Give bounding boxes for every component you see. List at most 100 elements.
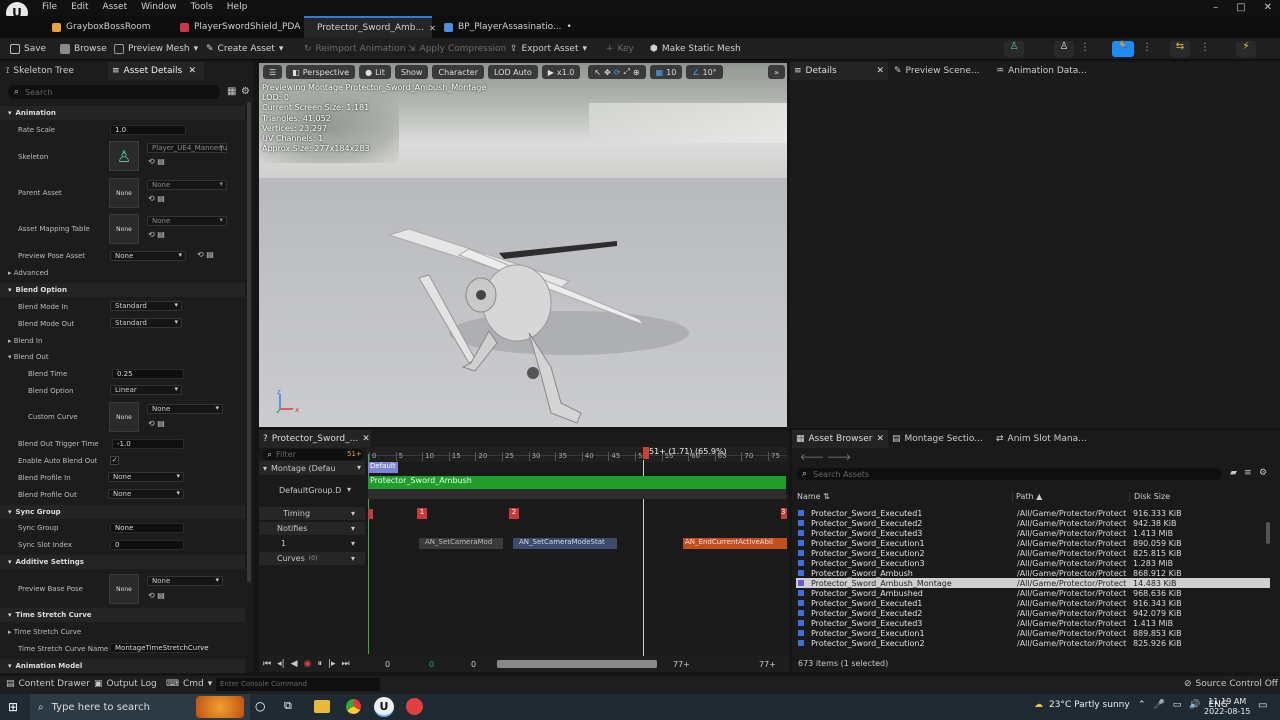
browse-icon[interactable]: ⟲ ▤	[197, 250, 214, 259]
blend-profile-out-dropdown[interactable]: None	[108, 489, 184, 499]
auto-blend-out-checkbox[interactable]: ✓	[110, 456, 119, 465]
unreal-taskbar-icon[interactable]: U	[374, 697, 394, 717]
browse-icon[interactable]: ⟲ ▤	[148, 194, 165, 203]
notify-end-current-active-ability[interactable]: AN_EndCurrentActiveAbil	[683, 538, 787, 549]
playback-speed-button[interactable]: ▶ x1.0	[541, 65, 581, 79]
app-taskbar-icon[interactable]	[406, 698, 423, 715]
clock[interactable]: 11:19 AM 2022-08-15	[1204, 697, 1251, 717]
export-asset-button[interactable]: ⇪ Export Asset ▾	[510, 38, 587, 60]
lit-button[interactable]: ● Lit	[359, 65, 391, 79]
mesh-mode-icon[interactable]: ♙	[1054, 41, 1074, 57]
lod-button[interactable]: LOD Auto	[487, 65, 538, 79]
skip-to-end-icon[interactable]: ⏭	[342, 659, 350, 669]
notify-set-camera-mode-state[interactable]: AN_SetCameraModeStat	[513, 538, 617, 549]
tab-anim-slot-manager[interactable]: ⇄ Anim Slot Mana...	[996, 430, 1087, 448]
sync-slot-index-input[interactable]: 0	[110, 540, 184, 550]
timeline-scrollbar[interactable]	[497, 660, 657, 668]
rate-scale-input[interactable]: 1.0	[110, 125, 186, 135]
notify-set-camera-mode[interactable]: AN_SetCameraMod	[419, 538, 503, 549]
asset-row[interactable]: Protector_Sword_Executed2/All/Game/Prote…	[796, 518, 1270, 528]
blend-mode-in-dropdown[interactable]: Standard	[110, 301, 182, 311]
play-reverse-icon[interactable]: ◀	[291, 659, 298, 669]
notifies-track-header[interactable]: Notifies ▾	[259, 522, 365, 535]
tab-graybox-boss-room[interactable]: GrayboxBossRoom	[44, 16, 158, 38]
close-tab-icon[interactable]: ✕	[429, 24, 436, 33]
source-control-button[interactable]: ⊘ Source Control Off	[1184, 679, 1278, 689]
animation-mode-icon[interactable]: 🏃	[1112, 41, 1134, 57]
details-search-input[interactable]: ⌕ Search	[8, 85, 220, 99]
viewport-menu-button[interactable]: ☰	[263, 65, 283, 79]
parent-asset-dropdown[interactable]: None	[147, 180, 227, 190]
preview-viewport[interactable]: ☰ ◧ Perspective ● Lit Show Character LOD A…	[259, 63, 787, 427]
skeleton-thumbnail[interactable]: ♙	[109, 141, 139, 171]
output-log-button[interactable]: ▣ Output Log	[94, 679, 157, 689]
close-icon[interactable]: ✕	[1264, 2, 1272, 13]
console-input[interactable]: Enter Console Command	[216, 678, 380, 691]
physics-mode-icon[interactable]: ⚡	[1236, 41, 1256, 57]
asset-row[interactable]: Protector_Sword_Executed1/All/Game/Prote…	[796, 508, 1270, 518]
menu-edit[interactable]: Edit	[71, 2, 88, 12]
view-options-icon[interactable]: ▦	[227, 86, 236, 97]
network-icon[interactable]: ▭	[1173, 700, 1182, 710]
asset-mapping-thumbnail[interactable]: None	[109, 214, 139, 244]
more-options-icon[interactable]: ⋮	[1200, 42, 1210, 53]
timing-marker[interactable]: 1	[417, 508, 427, 519]
column-name[interactable]: Name ⇅	[797, 492, 830, 501]
menu-asset[interactable]: Asset	[103, 2, 128, 12]
default-section-marker[interactable]: Default	[368, 462, 398, 473]
blend-time-input[interactable]: 0.25	[112, 369, 184, 379]
asset-row[interactable]: Protector_Sword_Execution3/All/Game/Prot…	[796, 558, 1270, 568]
view-range-end[interactable]: 77+	[759, 660, 776, 669]
volume-icon[interactable]: 🔊	[1189, 700, 1200, 710]
tab-preview-scene[interactable]: ✎ Preview Scene...	[894, 62, 979, 80]
asset-row[interactable]: Protector_Sword_Executed1/All/Game/Prote…	[796, 598, 1270, 608]
skeleton-dropdown[interactable]: Player_UE4_Mannequ	[147, 143, 227, 153]
asset-row[interactable]: Protector_Sword_Executed2/All/Game/Prote…	[796, 608, 1270, 618]
time-stretch-curve-toggle[interactable]: ▸ Time Stretch Curve	[8, 628, 81, 636]
browse-button[interactable]: Browse	[60, 38, 107, 60]
microphone-icon[interactable]: 🎤	[1154, 700, 1165, 710]
close-tab-icon[interactable]: ✕	[876, 434, 884, 444]
section-animation[interactable]: ▾ Animation	[0, 106, 245, 120]
tab-skeleton-tree[interactable]: ⟟ Skeleton Tree	[6, 62, 74, 80]
blend-option-dropdown[interactable]: Linear	[110, 385, 182, 395]
curves-track-header[interactable]: Curves (0) ▾	[259, 552, 365, 565]
section-additive-settings[interactable]: ▾ Additive Settings	[0, 555, 245, 569]
tab-asset-browser[interactable]: ▦ Asset Browser ✕	[792, 430, 888, 448]
section-sync-group[interactable]: ▾ Sync Group	[0, 505, 245, 519]
base-pose-thumbnail[interactable]: None	[109, 574, 139, 604]
asset-row[interactable]: Protector_Sword_Execution2/All/Game/Prot…	[796, 638, 1270, 648]
montage-track-header[interactable]: ▾ Montage (Defau	[259, 461, 365, 475]
asset-row[interactable]: Protector_Sword_Ambush/All/Game/Protecto…	[796, 568, 1270, 578]
character-button[interactable]: Character	[432, 65, 484, 79]
asset-list-scrollbar[interactable]	[1266, 522, 1270, 544]
close-tab-icon[interactable]: ✕	[362, 434, 370, 444]
tab-details[interactable]: ≡ Details ✕	[790, 62, 888, 80]
asset-search-input[interactable]: ⌕ Search Assets	[796, 468, 1222, 480]
time-stretch-curve-name-input[interactable]: MontageTimeStretchCurve	[110, 643, 209, 653]
viewport-expand-icon[interactable]: »	[768, 65, 785, 79]
advanced-toggle[interactable]: ▸ Advanced	[8, 269, 48, 277]
settings-gear-icon[interactable]: ⚙	[1259, 468, 1267, 478]
close-tab-icon[interactable]: ✕	[876, 66, 884, 76]
preview-mesh-button[interactable]: Preview Mesh ▾	[114, 38, 198, 60]
more-options-icon[interactable]: ⋮	[1142, 42, 1152, 53]
task-view-icon[interactable]: ○	[255, 699, 265, 713]
asset-row[interactable]: Protector_Sword_Executed3/All/Game/Prote…	[796, 618, 1270, 628]
pause-icon[interactable]: ⏸	[317, 659, 322, 669]
tab-montage-sections[interactable]: ▤ Montage Sectio...	[892, 430, 983, 448]
section-blend-option[interactable]: ▾ Blend Option	[0, 283, 245, 297]
section-animation-model[interactable]: ▾ Animation Model	[0, 659, 245, 673]
browse-icon[interactable]: ⟲ ▤	[148, 157, 165, 166]
nav-arrows[interactable]: 🡐 🡒	[800, 452, 851, 463]
content-drawer-button[interactable]: ▤ Content Drawer	[6, 679, 90, 689]
details-scrollbar[interactable]	[247, 102, 251, 582]
save-button[interactable]: Save	[10, 38, 46, 60]
menu-tools[interactable]: Tools	[191, 2, 213, 12]
more-options-icon[interactable]: ⋮	[1080, 42, 1090, 53]
working-range-start[interactable]: 0	[429, 660, 434, 669]
browse-icon[interactable]: ⟲ ▤	[148, 591, 165, 600]
step-back-icon[interactable]: ◂|	[277, 659, 285, 669]
make-static-mesh-button[interactable]: ⬢ Make Static Mesh	[650, 38, 741, 60]
asset-row[interactable]: Protector_Sword_Execution2/All/Game/Prot…	[796, 548, 1270, 558]
